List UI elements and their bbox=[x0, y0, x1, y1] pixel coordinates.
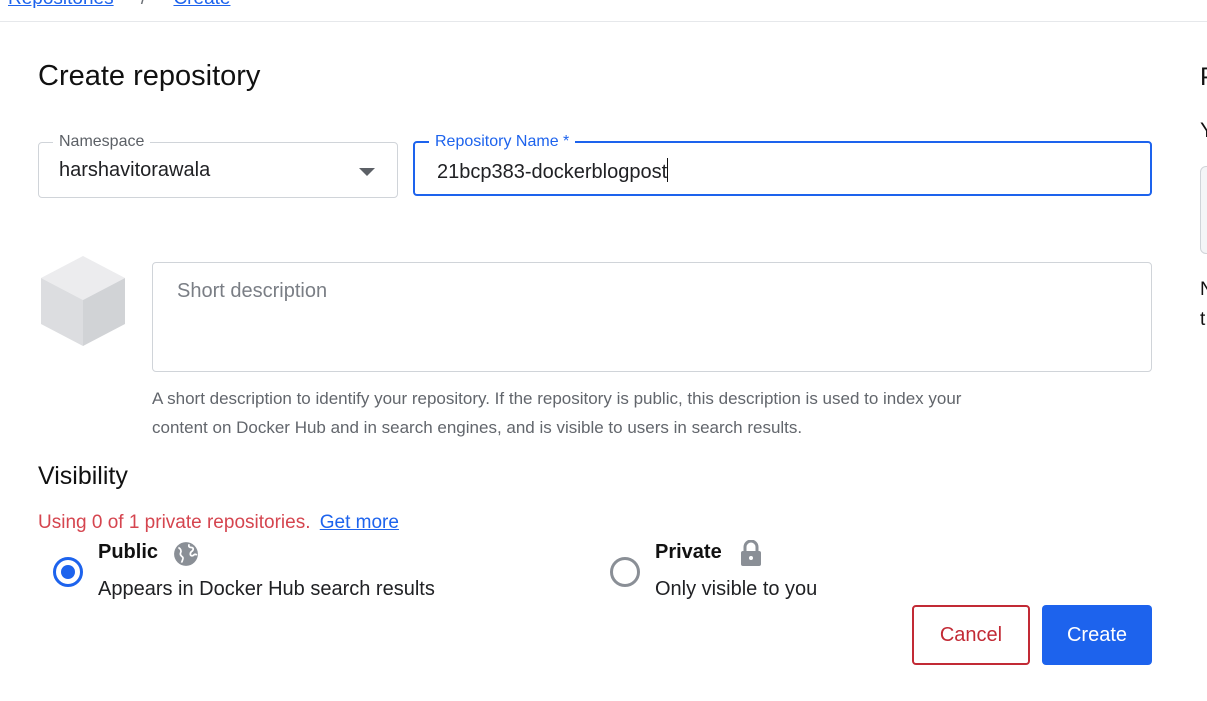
public-description: Appears in Docker Hub search results bbox=[98, 578, 435, 600]
namespace-label: Namespace bbox=[53, 132, 151, 152]
breadcrumb-separator: / bbox=[141, 0, 146, 9]
help-line-1: A short description to identify your rep… bbox=[152, 389, 962, 408]
page-title: Create repository bbox=[38, 60, 261, 92]
repository-cube-icon bbox=[41, 256, 125, 346]
repository-name-value: 21bcp383-dockerblogpost bbox=[437, 158, 669, 184]
private-radio[interactable] bbox=[610, 557, 640, 587]
header-divider bbox=[0, 21, 1207, 22]
breadcrumb-repositories-link[interactable]: Repositories bbox=[8, 0, 114, 9]
lock-icon bbox=[741, 540, 761, 566]
right-column-heading: P bbox=[1200, 63, 1207, 92]
right-column-text-1: Y bbox=[1200, 119, 1207, 143]
create-button[interactable]: Create bbox=[1042, 605, 1152, 665]
public-radio[interactable] bbox=[53, 557, 83, 587]
description-help-text: A short description to identify your rep… bbox=[152, 384, 1112, 442]
private-description: Only visible to you bbox=[655, 578, 818, 600]
repository-name-text: 21bcp383-dockerblogpost bbox=[437, 161, 668, 183]
text-cursor bbox=[667, 158, 669, 182]
public-label: Public bbox=[98, 541, 159, 563]
right-column-text-2: N bbox=[1200, 279, 1207, 300]
short-description-textarea[interactable]: Short description bbox=[152, 262, 1152, 372]
short-description-placeholder: Short description bbox=[177, 280, 328, 302]
globe-icon bbox=[174, 542, 198, 566]
cancel-button[interactable]: Cancel bbox=[912, 605, 1030, 665]
visibility-heading: Visibility bbox=[38, 462, 128, 490]
right-column-text-3: t bbox=[1200, 309, 1206, 330]
namespace-select[interactable]: Namespace harshavitorawala bbox=[38, 132, 398, 198]
repository-name-input[interactable]: Repository Name * 21bcp383-dockerblogpos… bbox=[413, 132, 1152, 196]
breadcrumb: Repositories / Create bbox=[8, 0, 230, 10]
breadcrumb-create-link[interactable]: Create bbox=[173, 0, 230, 9]
help-line-2: content on Docker Hub and in search engi… bbox=[152, 418, 803, 437]
create-repository-page: Repositories / Create Create repository … bbox=[0, 0, 1207, 701]
usage-text: Using 0 of 1 private repositories. bbox=[38, 512, 311, 533]
chevron-down-icon bbox=[359, 168, 375, 176]
private-repo-usage: Using 0 of 1 private repositories. Get m… bbox=[38, 512, 399, 534]
namespace-value: harshavitorawala bbox=[59, 159, 211, 181]
right-column-panel bbox=[1200, 166, 1207, 254]
get-more-link[interactable]: Get more bbox=[320, 512, 399, 533]
private-label: Private bbox=[655, 541, 722, 563]
repository-name-label: Repository Name * bbox=[429, 132, 576, 152]
